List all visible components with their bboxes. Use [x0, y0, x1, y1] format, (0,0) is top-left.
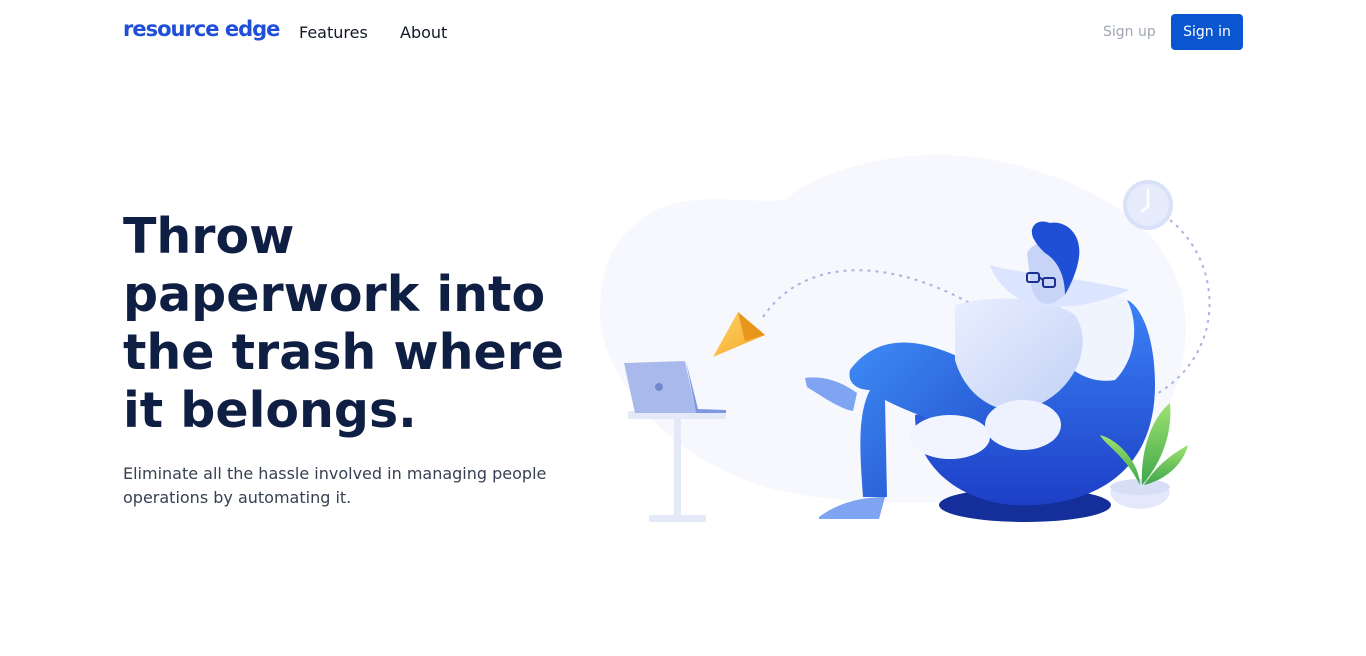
sign-in-button[interactable]: Sign in — [1171, 14, 1243, 50]
hero-title: Throw paperwork into the trash where it … — [123, 208, 565, 439]
nav-link-about[interactable]: About — [400, 23, 447, 42]
landing-page: resource edge Features About Sign up Sig… — [0, 0, 1366, 656]
hero-illustration — [600, 154, 1211, 522]
clock-icon — [1123, 180, 1173, 230]
brand-logo[interactable]: resource edge — [123, 17, 280, 41]
sign-up-link[interactable]: Sign up — [1103, 24, 1156, 40]
hero-subtitle: Eliminate all the hassle involved in man… — [123, 464, 547, 507]
nav-link-features[interactable]: Features — [299, 23, 368, 42]
